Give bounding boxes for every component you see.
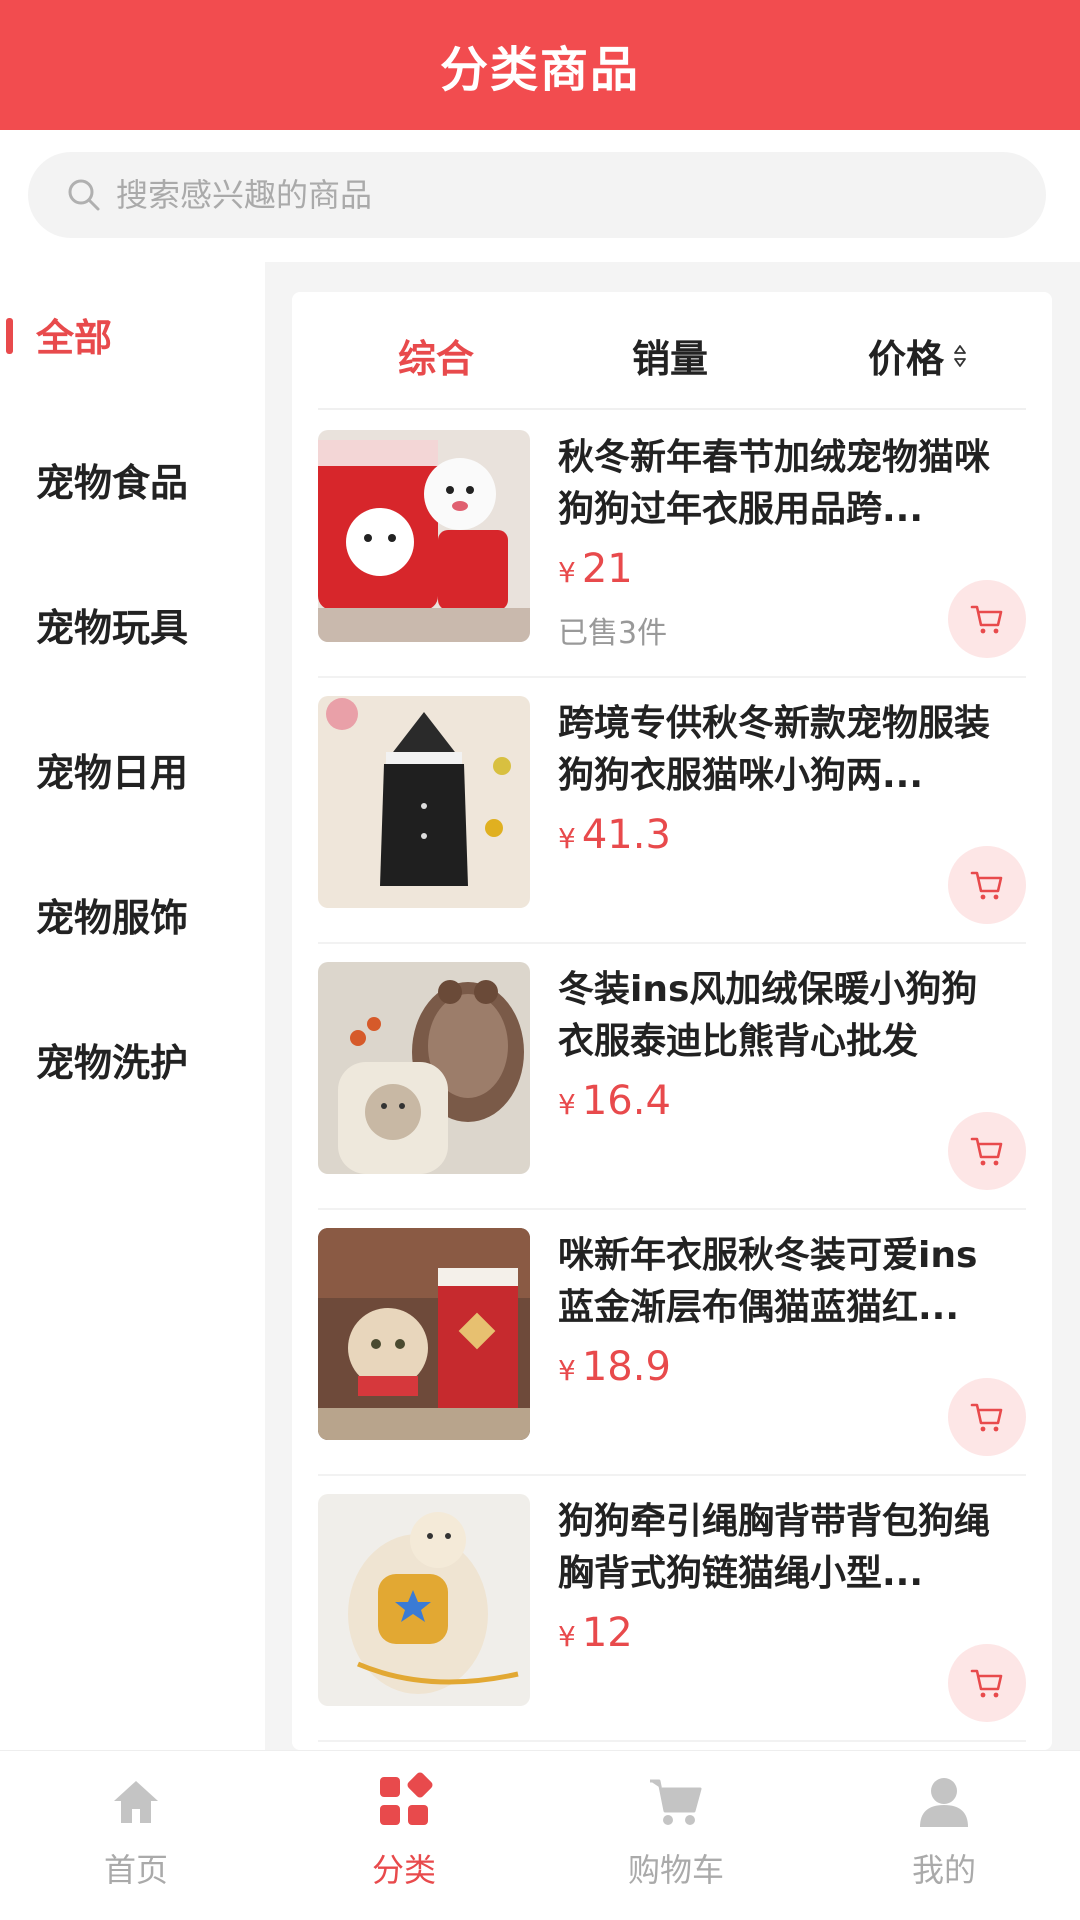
product-price: ¥41.3 (558, 812, 671, 858)
home-icon (114, 1781, 158, 1823)
main-body: 全部 宠物食品 宠物玩具 宠物日用 宠物服饰 宠物洗护 综合 销量 价格 秋冬新… (0, 262, 1080, 1750)
cat-red-cape-image (318, 1228, 530, 1440)
black-hooded-jacket-image (318, 696, 530, 908)
sidebar-item-label: 宠物日用 (36, 751, 189, 795)
add-to-cart-button[interactable] (948, 846, 1026, 924)
product-image[interactable] (318, 430, 530, 642)
add-to-cart-button[interactable] (948, 1378, 1026, 1456)
product-card[interactable]: 狗狗牵引绳胸背带背包狗绳胸背式狗链猫绳小型... ¥12 (318, 1476, 1026, 1742)
currency-symbol: ¥ (558, 1088, 576, 1121)
product-name[interactable]: 冬装ins风加绒保暖小狗狗衣服泰迪比熊背心批发 (558, 964, 1008, 1068)
sidebar-item-pet-toys[interactable]: 宠物玩具 (0, 552, 265, 697)
bottom-tab-bar: 首页 分类 购物车 我的 (0, 1750, 1080, 1920)
sidebar-item-label: 全部 (36, 316, 113, 360)
product-card[interactable]: 咪新年衣服秋冬装可爱ins蓝金渐层布偶猫蓝猫红... ¥18.9 (318, 1210, 1026, 1476)
product-price: ¥12 (558, 1610, 633, 1656)
sidebar-item-label: 宠物服饰 (36, 896, 189, 940)
price-value: 21 (581, 546, 633, 592)
sidebar-item-pet-daily[interactable]: 宠物日用 (0, 697, 265, 842)
category-icon (380, 1772, 433, 1825)
sort-tab-price[interactable]: 价格 (868, 328, 968, 383)
product-name[interactable]: 跨境专供秋冬新款宠物服装狗狗衣服猫咪小狗两... (558, 698, 1008, 802)
product-price: ¥21 (558, 546, 633, 592)
product-name[interactable]: 咪新年衣服秋冬装可爱ins蓝金渐层布偶猫蓝猫红... (558, 1230, 1008, 1334)
search-bar-container (0, 130, 1080, 262)
tab-category[interactable]: 分类 (304, 1771, 504, 1891)
tab-cart[interactable]: 购物车 (576, 1771, 776, 1891)
product-price: ¥16.4 (558, 1078, 671, 1124)
fleece-bear-vest-image (318, 962, 530, 1174)
sold-count: 已售3件 (558, 616, 668, 651)
cart-icon (970, 871, 1003, 900)
price-value: 41.3 (581, 812, 671, 858)
sort-arrows-icon (954, 344, 966, 367)
sort-tab-label: 价格 (868, 337, 945, 381)
cart-icon (970, 605, 1003, 634)
tab-home[interactable]: 首页 (36, 1771, 236, 1891)
product-image[interactable] (318, 696, 530, 908)
search-input[interactable] (116, 176, 916, 214)
dog-harness-backpack-image (318, 1494, 530, 1706)
price-value: 12 (581, 1610, 633, 1656)
product-card[interactable]: 跨境专供秋冬新款宠物服装狗狗衣服猫咪小狗两... ¥41.3 (318, 678, 1026, 944)
red-pet-sweater-image (318, 430, 530, 642)
sidebar-item-all[interactable]: 全部 (0, 262, 265, 407)
cart-icon (970, 1669, 1003, 1698)
currency-symbol: ¥ (558, 1354, 576, 1387)
product-price: ¥18.9 (558, 1344, 671, 1390)
tab-profile[interactable]: 我的 (844, 1771, 1044, 1891)
app-header: 分类商品 (0, 0, 1080, 130)
sort-tab-overall[interactable]: 综合 (398, 328, 474, 383)
search-icon (68, 179, 100, 211)
currency-symbol: ¥ (558, 822, 576, 855)
product-panel: 综合 销量 价格 秋冬新年春节加绒宠物猫咪狗狗过年衣服用品跨... ¥ 21 已… (292, 292, 1052, 1750)
tab-label: 我的 (911, 1851, 976, 1889)
category-sidebar: 全部 宠物食品 宠物玩具 宠物日用 宠物服饰 宠物洗护 (0, 262, 265, 1750)
sidebar-item-label: 宠物食品 (36, 461, 189, 505)
product-name[interactable]: 狗狗牵引绳胸背带背包狗绳胸背式狗链猫绳小型... (558, 1496, 1008, 1600)
sidebar-item-pet-grooming[interactable]: 宠物洗护 (0, 987, 265, 1132)
add-to-cart-button[interactable] (948, 1112, 1026, 1190)
price-value: 18.9 (581, 1344, 671, 1390)
currency-symbol: ¥ (558, 556, 576, 589)
product-card[interactable]: 冬装ins风加绒保暖小狗狗衣服泰迪比熊背心批发 ¥16.4 (318, 944, 1026, 1210)
sort-tab-label: 销量 (632, 337, 709, 381)
page-title: 分类商品 (439, 42, 640, 98)
active-indicator (6, 318, 13, 354)
currency-symbol: ¥ (558, 1620, 576, 1653)
add-to-cart-button[interactable] (948, 580, 1026, 658)
product-image[interactable] (318, 1494, 530, 1706)
sidebar-item-label: 宠物洗护 (36, 1041, 189, 1085)
search-box[interactable] (28, 152, 1046, 238)
tab-label: 分类 (371, 1851, 436, 1889)
product-card[interactable]: 秋冬新年春节加绒宠物猫咪狗狗过年衣服用品跨... ¥21 已售3件 (318, 412, 1026, 678)
product-name[interactable]: 秋冬新年春节加绒宠物猫咪狗狗过年衣服用品跨... (558, 432, 1008, 536)
price-value: 16.4 (581, 1078, 671, 1124)
user-icon (920, 1778, 968, 1827)
product-image[interactable] (318, 1228, 530, 1440)
product-image[interactable] (318, 962, 530, 1174)
sort-tab-label: 综合 (398, 337, 475, 381)
cart-icon (970, 1137, 1003, 1166)
cart-icon (970, 1403, 1003, 1432)
sidebar-item-label: 宠物玩具 (36, 606, 189, 650)
add-to-cart-button[interactable] (948, 1644, 1026, 1722)
sort-tab-sales[interactable]: 销量 (632, 328, 708, 383)
tab-label: 购物车 (627, 1851, 724, 1889)
cart-icon (650, 1779, 702, 1825)
tab-label: 首页 (103, 1851, 168, 1889)
sidebar-item-pet-apparel[interactable]: 宠物服饰 (0, 842, 265, 987)
sidebar-item-pet-food[interactable]: 宠物食品 (0, 407, 265, 552)
sort-bar: 综合 销量 价格 (318, 292, 1026, 410)
